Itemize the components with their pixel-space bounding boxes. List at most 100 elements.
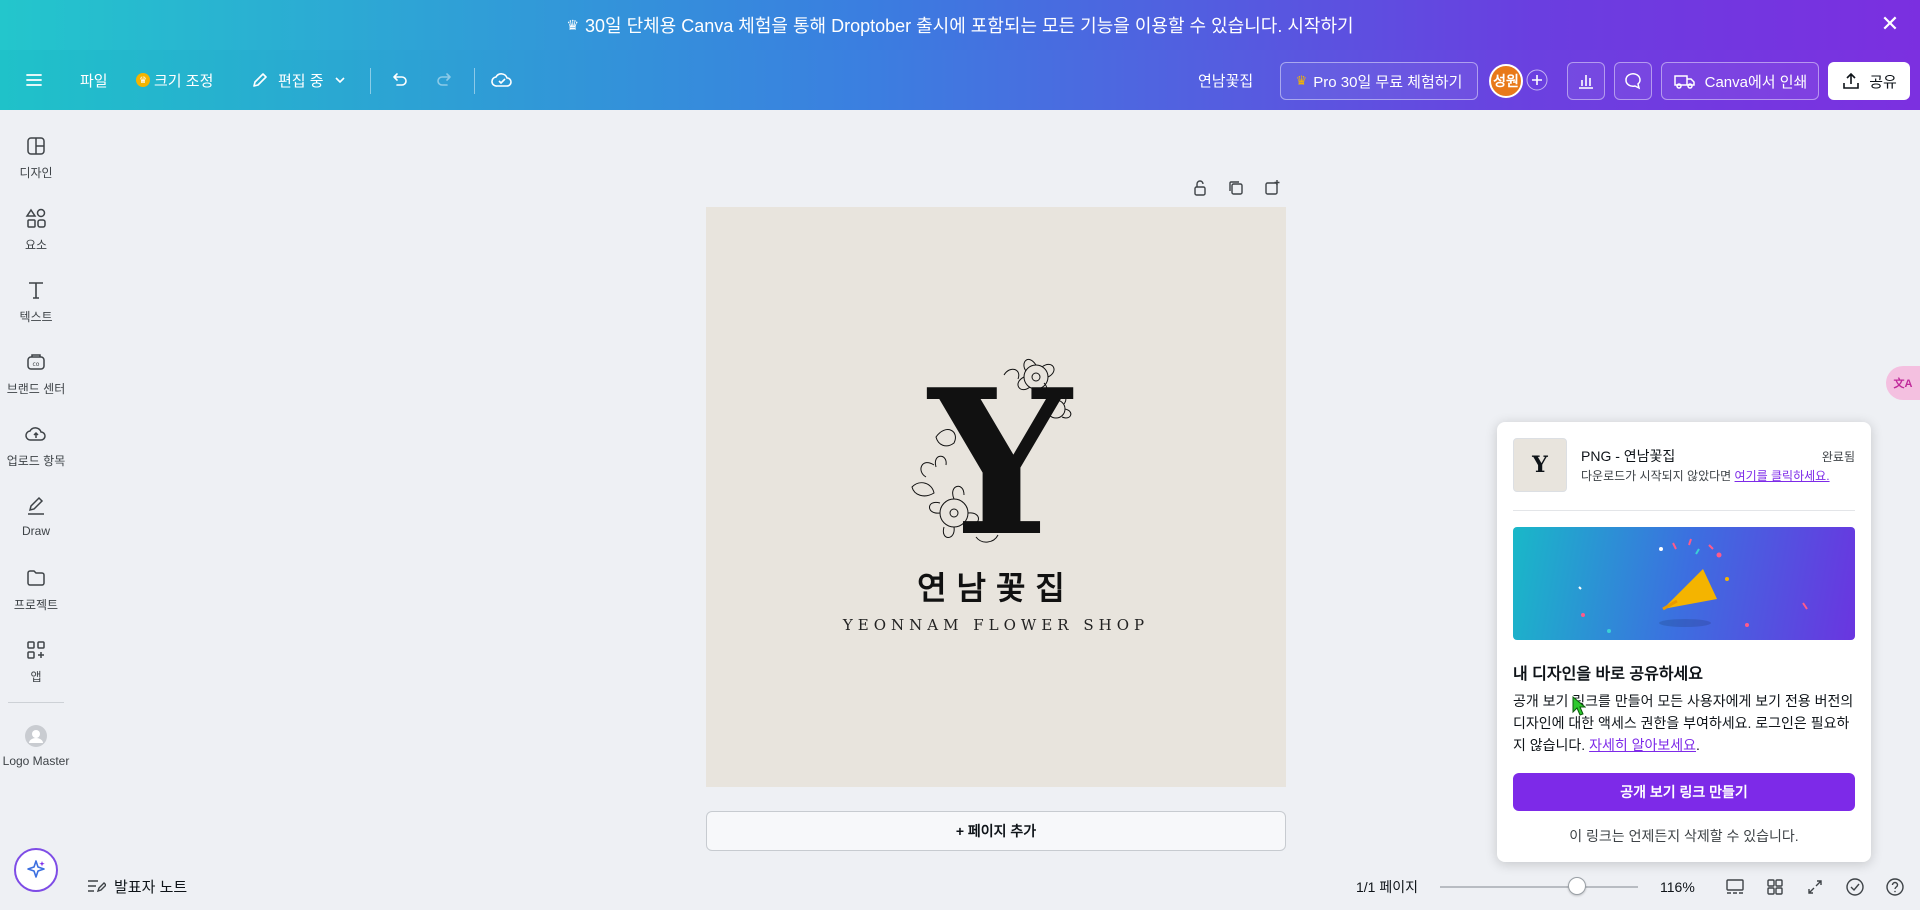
learn-more-link[interactable]: 자세히 알아보세요	[1589, 737, 1696, 753]
close-icon[interactable]: ✕	[1878, 12, 1902, 36]
share-footer-note: 이 링크는 언제든지 삭제할 수 있습니다.	[1569, 828, 1799, 844]
duplicate-icon	[1229, 181, 1243, 195]
zoom-level[interactable]: 116%	[1660, 876, 1695, 898]
comment-icon	[1625, 73, 1641, 90]
print-button[interactable]: Canva에서 인쇄	[1661, 62, 1819, 100]
pencil-icon	[253, 73, 267, 87]
presenter-notes-button[interactable]: 발표자 노트	[86, 876, 187, 896]
draw-icon	[24, 494, 48, 518]
redo-icon	[437, 73, 451, 86]
download-file-title: PNG - 연남꽃집	[1581, 448, 1676, 464]
share-heading: 내 디자인을 바로 공유하세요	[1513, 666, 1703, 683]
page-counter[interactable]: 1/1 페이지	[1356, 876, 1418, 898]
upload-share-icon	[1843, 72, 1859, 89]
menu-button[interactable]	[24, 50, 44, 110]
print-label: Canva에서 인쇄	[1704, 73, 1808, 91]
folder-icon	[24, 566, 48, 590]
top-toolbar: 파일 ♛ 크기 조정 편집 중 연남꽃집 ♛ Pro 30일 무료 체험하기 성…	[0, 50, 1920, 110]
brand-icon: co	[24, 350, 48, 374]
unlock-icon	[1194, 180, 1206, 196]
fullscreen-button[interactable]	[1804, 876, 1826, 898]
file-menu[interactable]: 파일	[80, 50, 108, 110]
download-retry-link[interactable]: 여기를 클릭하세요.	[1735, 469, 1830, 483]
download-hint-text: 다운로드가 시작되지 않았다면	[1581, 469, 1732, 483]
sidebar-divider	[8, 702, 64, 703]
popup-divider	[1513, 510, 1855, 511]
duplicate-page-button[interactable]	[1224, 176, 1248, 200]
sidebar-item-label: Draw	[21, 524, 50, 538]
share-label: 공유	[1869, 73, 1897, 91]
share-description: 공개 보기 링크를 만들어 모든 사용자에게 보기 전용 버전의 디자인에 대한…	[1513, 690, 1855, 756]
share-button[interactable]: 공유	[1828, 62, 1910, 100]
comments-button[interactable]	[1614, 62, 1652, 100]
editing-mode-dropdown[interactable]: 편집 중	[250, 50, 348, 110]
download-share-popup: Y PNG - 연남꽃집 완료됨 다운로드가 시작되지 않았다면 여기를 클릭하…	[1497, 422, 1871, 862]
resize-button[interactable]: ♛ 크기 조정	[136, 50, 213, 110]
logo-master-icon	[24, 724, 48, 748]
sidebar-item-brand[interactable]: co 브랜드 센터	[0, 350, 72, 414]
design-icon	[24, 134, 48, 158]
upload-icon	[24, 422, 48, 446]
design-canvas-page[interactable]: Y 연남꽃집 YEONNAM FLOWER SHOP	[706, 207, 1286, 787]
sidebar-item-text[interactable]: 텍스트	[0, 278, 72, 342]
undo-button[interactable]	[388, 50, 410, 110]
logo-subtitle[interactable]: YEONNAM FLOWER SHOP	[706, 616, 1286, 634]
project-name[interactable]: 연남꽃집	[1198, 50, 1253, 110]
editing-mode-label: 편집 중	[278, 72, 324, 90]
sidebar-item-draw[interactable]: Draw	[0, 494, 72, 558]
expand-icon	[1808, 880, 1822, 894]
sidebar-item-label: 앱	[30, 670, 42, 684]
sparkle-icon	[27, 860, 45, 878]
left-sidebar: 디자인 요소 텍스트 co 브랜드 센터 업로드 항목 Draw 프로젝트 앱 …	[0, 110, 72, 910]
undo-icon	[393, 73, 407, 86]
avatar[interactable]: 성원	[1489, 64, 1523, 98]
crown-icon: ♛	[566, 16, 579, 33]
magic-assistant-button[interactable]	[14, 848, 58, 892]
grid-view-button[interactable]	[1764, 876, 1786, 898]
elements-icon	[24, 206, 48, 230]
download-status: 완료됨	[1821, 450, 1855, 464]
pages-view-button[interactable]	[1724, 876, 1746, 898]
pro-crown-icon: ♛	[136, 73, 150, 87]
sidebar-item-label: 업로드 항목	[6, 454, 66, 468]
redo-button[interactable]	[434, 50, 456, 110]
chevron-down-icon	[335, 77, 345, 84]
logo-title[interactable]: 연남꽃집	[706, 563, 1286, 609]
lock-page-button[interactable]	[1188, 176, 1212, 200]
zoom-slider-thumb[interactable]	[1567, 877, 1586, 895]
sidebar-item-elements[interactable]: 요소	[0, 206, 72, 270]
translate-tab[interactable]: 文A	[1886, 366, 1920, 400]
add-page-icon-button[interactable]	[1260, 176, 1284, 200]
check-button[interactable]	[1844, 876, 1866, 898]
svg-text:co: co	[33, 361, 40, 368]
sidebar-item-label: Logo Master	[2, 754, 70, 768]
text-icon	[24, 278, 48, 302]
bar-chart-icon	[1579, 75, 1593, 89]
sidebar-item-logo-master[interactable]: Logo Master	[0, 724, 72, 788]
help-button[interactable]	[1884, 876, 1906, 898]
sidebar-item-label: 요소	[24, 238, 48, 252]
zoom-slider-track[interactable]	[1440, 886, 1638, 888]
presenter-notes-label: 발표자 노트	[114, 878, 188, 896]
add-page-icon	[1265, 180, 1280, 195]
sidebar-item-apps[interactable]: 앱	[0, 638, 72, 702]
sidebar-item-projects[interactable]: 프로젝트	[0, 566, 72, 630]
floral-y-logo[interactable]: Y	[896, 337, 1096, 567]
pro-trial-button[interactable]: ♛ Pro 30일 무료 체험하기	[1280, 62, 1478, 100]
pro-trial-label: Pro 30일 무료 체험하기	[1313, 73, 1463, 91]
create-public-link-button[interactable]: 공개 보기 링크 만들기	[1513, 773, 1855, 811]
share-illustration	[1513, 527, 1855, 640]
thumbnail-letter: Y	[1532, 452, 1548, 478]
toolbar-divider	[370, 68, 371, 94]
hamburger-icon	[26, 74, 42, 86]
insights-button[interactable]	[1567, 62, 1605, 100]
plus-icon	[1526, 69, 1548, 91]
sidebar-item-uploads[interactable]: 업로드 항목	[0, 422, 72, 486]
add-page-button[interactable]: + 페이지 추가	[706, 811, 1286, 851]
sidebar-item-design[interactable]: 디자인	[0, 134, 72, 198]
promo-banner-text[interactable]: 30일 단체용 Canva 체험을 통해 Droptober 출시에 포함되는 …	[585, 12, 1354, 38]
invite-button[interactable]	[1526, 50, 1548, 110]
page-actions	[1188, 176, 1284, 200]
save-status-button[interactable]	[490, 50, 514, 110]
crown-icon: ♛	[1295, 73, 1308, 88]
